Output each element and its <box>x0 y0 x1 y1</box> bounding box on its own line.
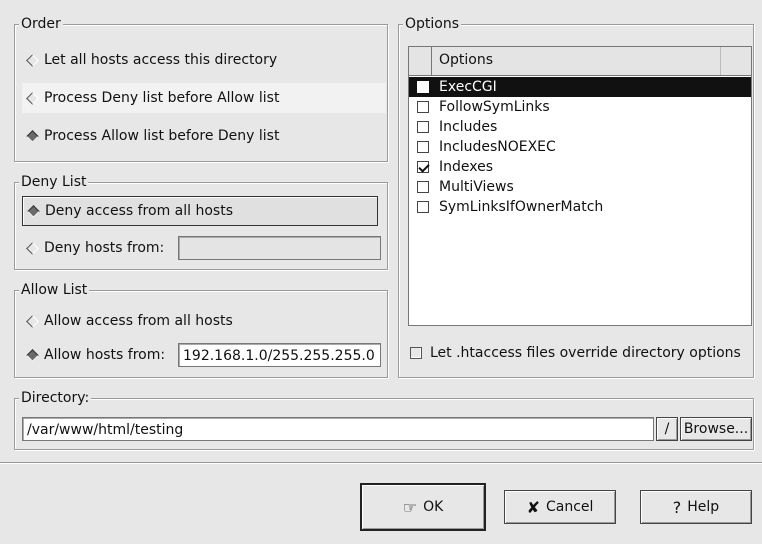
allow-hosts-input[interactable]: 192.168.1.0/255.255.255.0 <box>178 343 381 367</box>
order-title: Order <box>19 15 63 33</box>
option-item-symlinksifownermatch[interactable]: SymLinksIfOwnerMatch <box>409 197 751 217</box>
directory-slash-button[interactable]: / <box>656 417 678 441</box>
cancel-label: Cancel <box>545 499 594 515</box>
option-item-label: MultiViews <box>439 179 514 195</box>
option-item-followsymlinks[interactable]: FollowSymLinks <box>409 97 751 117</box>
deny-hosts-radio[interactable]: Deny hosts from: <box>26 233 164 263</box>
ok-button[interactable]: ☞ OK <box>360 483 486 531</box>
radio-indicator-icon <box>26 242 38 254</box>
browse-button[interactable]: Browse... <box>680 417 752 441</box>
radio-indicator-icon <box>27 205 39 217</box>
options-list[interactable]: Options ExecCGI FollowSymLinks Includes … <box>408 46 752 326</box>
cancel-icon: ✘ <box>526 497 540 517</box>
option-item-label: Indexes <box>439 159 494 175</box>
order-radio-all-label: Let all hosts access this directory <box>44 52 278 68</box>
allow-all-radio[interactable]: Allow access from all hosts <box>26 306 233 336</box>
option-item-label: SymLinksIfOwnerMatch <box>439 199 604 215</box>
browse-label: Browse... <box>683 421 749 437</box>
help-icon: ? <box>672 497 682 517</box>
checkbox-icon[interactable] <box>417 121 429 133</box>
checkbox-icon[interactable] <box>417 181 429 193</box>
checkbox-icon[interactable] <box>417 141 429 153</box>
deny-all-label: Deny access from all hosts <box>45 203 233 219</box>
htaccess-toggle[interactable]: Let .htaccess files override directory o… <box>410 345 741 361</box>
order-radio-allow-first[interactable]: Process Allow list before Deny list <box>26 121 279 151</box>
directory-input[interactable]: /var/www/html/testing <box>22 417 654 441</box>
button-area-separator <box>0 462 762 464</box>
checkbox-checked-icon[interactable] <box>417 161 429 173</box>
ok-icon: ☞ <box>402 497 418 517</box>
options-column-header: Options <box>439 52 494 68</box>
option-item-includesnoexec[interactable]: IncludesNOEXEC <box>409 137 751 157</box>
allow-hosts-radio[interactable]: Allow hosts from: <box>26 340 165 370</box>
option-item-multiviews[interactable]: MultiViews <box>409 177 751 197</box>
deny-all-radio[interactable]: Deny access from all hosts <box>22 196 378 226</box>
deny-hosts-input[interactable] <box>178 236 381 260</box>
option-item-includes[interactable]: Includes <box>409 117 751 137</box>
order-radio-all[interactable]: Let all hosts access this directory <box>26 45 277 75</box>
checkbox-icon[interactable] <box>410 347 422 359</box>
header-separator <box>431 47 432 75</box>
checkbox-icon[interactable] <box>417 81 429 93</box>
option-item-execcgi[interactable]: ExecCGI <box>409 77 751 97</box>
option-item-label: Includes <box>439 119 498 135</box>
option-item-label: FollowSymLinks <box>439 99 550 115</box>
cancel-button[interactable]: ✘ Cancel <box>504 490 616 524</box>
allow-hosts-label: Allow hosts from: <box>44 347 166 363</box>
radio-indicator-icon <box>26 349 38 361</box>
option-item-label: ExecCGI <box>439 79 497 95</box>
checkbox-icon[interactable] <box>417 201 429 213</box>
slash-label: / <box>664 421 670 437</box>
radio-indicator-icon <box>26 315 38 327</box>
option-item-label: IncludesNOEXEC <box>439 139 556 155</box>
options-title: Options <box>403 15 462 33</box>
htaccess-label: Let .htaccess files override directory o… <box>430 345 741 361</box>
radio-indicator-icon <box>26 130 38 142</box>
order-radio-allow-first-label: Process Allow list before Deny list <box>44 128 280 144</box>
radio-indicator-icon <box>26 92 38 104</box>
help-button[interactable]: ? Help <box>640 490 752 524</box>
ok-label: OK <box>423 499 444 515</box>
order-radio-deny-first-label: Process Deny list before Allow list <box>44 90 280 106</box>
deny-hosts-label: Deny hosts from: <box>44 240 165 256</box>
allow-all-label: Allow access from all hosts <box>44 313 233 329</box>
directory-title: Directory: <box>19 389 92 407</box>
help-label: Help <box>687 499 720 515</box>
radio-indicator-icon <box>26 54 38 66</box>
order-radio-deny-first[interactable]: Process Deny list before Allow list <box>22 83 386 113</box>
option-item-indexes[interactable]: Indexes <box>409 157 751 177</box>
header-end-cell <box>720 47 751 75</box>
options-list-header[interactable]: Options <box>409 47 751 76</box>
allow-list-title: Allow List <box>19 281 90 299</box>
checkbox-icon[interactable] <box>417 101 429 113</box>
deny-list-title: Deny List <box>19 173 89 191</box>
